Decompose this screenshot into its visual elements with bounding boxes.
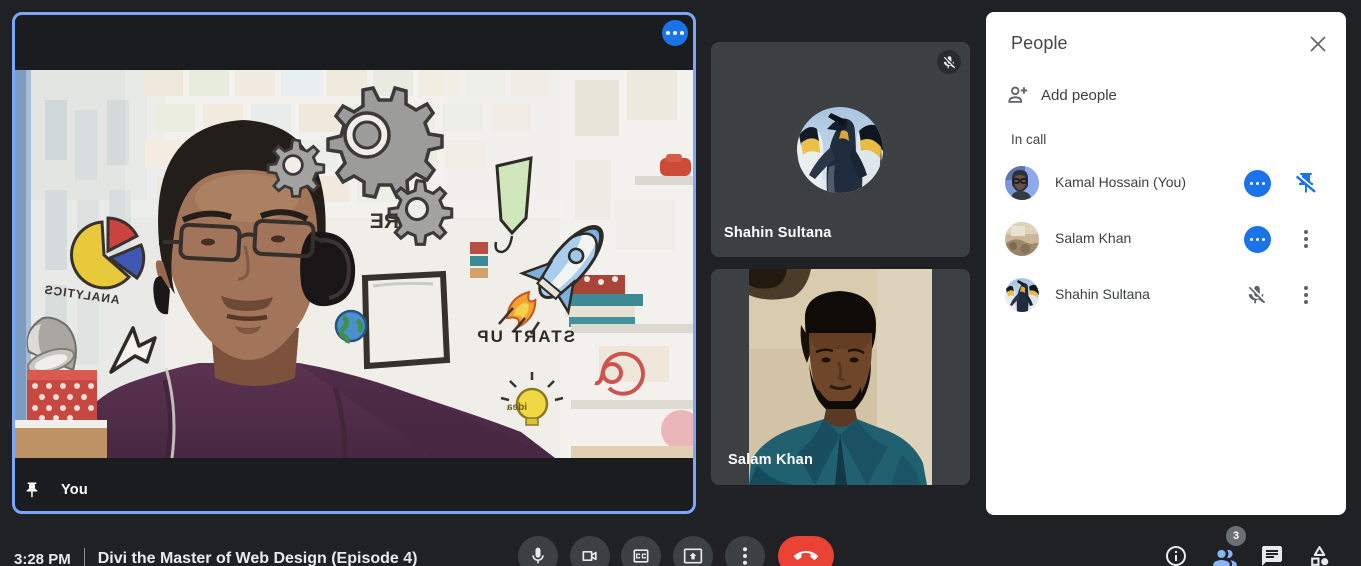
svg-text:idea: idea <box>507 402 527 413</box>
svg-text:START UP: START UP <box>475 327 575 346</box>
svg-text:RE: RE <box>370 210 399 233</box>
